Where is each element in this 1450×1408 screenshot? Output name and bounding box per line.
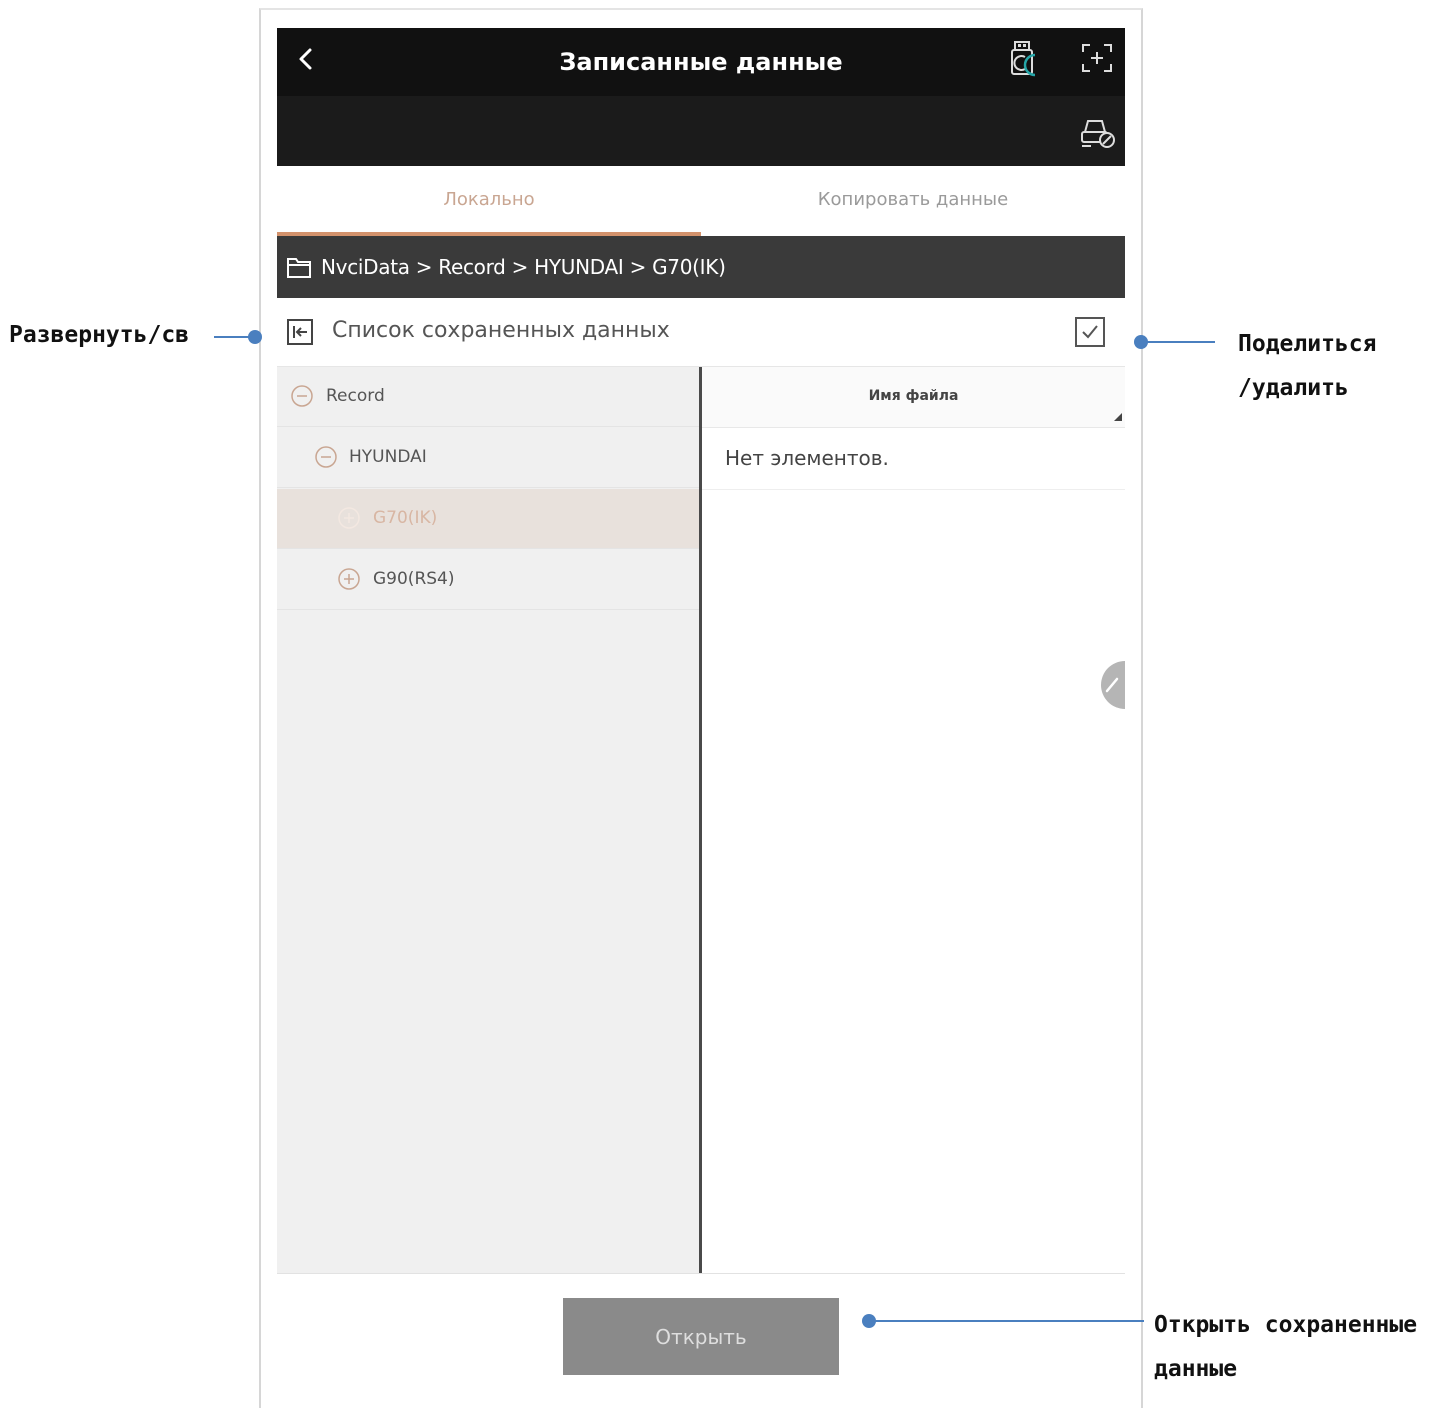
callout-open-line <box>869 1320 1144 1322</box>
folder-icon <box>287 258 311 278</box>
capture-frame-icon[interactable] <box>1077 38 1117 78</box>
tab-bar: Локально Копировать данные <box>277 166 1125 236</box>
empty-state-text: Нет элементов. <box>725 446 889 470</box>
tree-item-label: HYUNDAI <box>349 447 427 467</box>
callout-open-line1: Открыть сохраненные <box>1154 1312 1418 1338</box>
header-bar: Записанные данные <box>277 28 1125 96</box>
column-header-filename[interactable]: Имя файла <box>702 367 1125 428</box>
tree-item-label: G90(RS4) <box>373 569 455 589</box>
tree-item-hyundai[interactable]: HYUNDAI <box>277 428 699 488</box>
page-title: Записанные данные <box>559 48 843 76</box>
list-title: Список сохраненных данных <box>332 318 670 343</box>
tab-local[interactable]: Локально <box>277 166 701 236</box>
app-header: Записанные данные <box>277 28 1125 166</box>
callout-share-line2: /удалить <box>1238 375 1349 401</box>
tab-copy-data[interactable]: Копировать данные <box>701 166 1125 236</box>
breadcrumb: NvciData > Record > HYUNDAI > G70(IK) <box>277 236 1125 298</box>
car-settings-icon[interactable] <box>1077 112 1117 152</box>
callout-share-line <box>1141 341 1215 343</box>
open-button[interactable]: Открыть <box>563 1298 839 1375</box>
panel-expand-icon[interactable] <box>285 317 315 347</box>
checkbox-icon[interactable] <box>1074 316 1106 348</box>
chevron-left-icon[interactable] <box>289 42 323 76</box>
tree-item-g70[interactable]: G70(IK) <box>277 489 699 549</box>
tree-item-label: Record <box>326 386 385 406</box>
empty-state: Нет элементов. <box>702 428 1125 490</box>
plus-circle-icon[interactable] <box>337 506 361 530</box>
tree-item-label: G70(IK) <box>373 508 438 528</box>
scroll-handle-icon[interactable] <box>1095 661 1125 709</box>
usb-drive-icon[interactable] <box>1005 38 1045 78</box>
callout-open-line2: данные <box>1154 1356 1238 1382</box>
callout-expand: Развернуть/св <box>9 322 190 348</box>
folder-tree: Record HYUNDAI G70(IK) G90(RS4) <box>277 367 699 1273</box>
breadcrumb-path[interactable]: NvciData > Record > HYUNDAI > G70(IK) <box>321 236 726 298</box>
plus-circle-icon[interactable] <box>337 567 361 591</box>
saved-data-list-header: Список сохраненных данных <box>277 298 1125 367</box>
tree-item-g90[interactable]: G90(RS4) <box>277 550 699 610</box>
minus-circle-icon[interactable] <box>314 445 338 469</box>
column-header-label: Имя файла <box>868 388 959 404</box>
callout-share-line1: Поделиться <box>1238 331 1377 357</box>
sort-icon <box>1114 413 1122 421</box>
callout-expand-dot <box>248 330 262 344</box>
minus-circle-icon[interactable] <box>290 384 314 408</box>
tree-item-record[interactable]: Record <box>277 367 699 427</box>
file-list: Имя файла Нет элементов. <box>702 367 1125 1273</box>
footer-divider <box>277 1273 1125 1274</box>
